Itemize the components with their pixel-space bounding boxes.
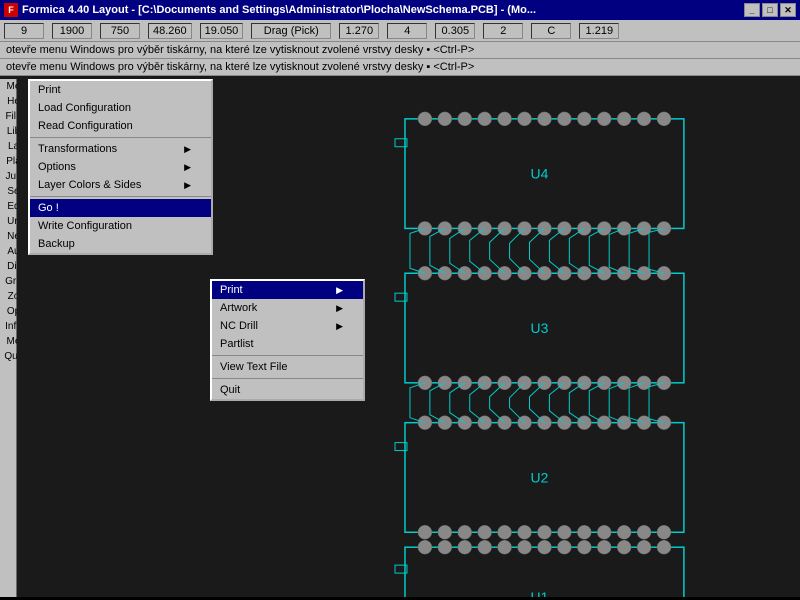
menu-item-print-label: Print [38,84,61,96]
print-submenu[interactable]: Print ▶ Artwork ▶ NC Drill ▶ Partlist Vi… [210,279,365,401]
svg-text:U3: U3 [531,320,549,336]
toolbar-cell-9: C [531,23,571,39]
menu-item-transformations-label: Transformations [38,143,117,155]
submenu-item-partlist[interactable]: Partlist [212,335,363,353]
submenu-item-quit-label: Quit [220,384,240,396]
toolbar-cell-10: 1.219 [579,23,619,39]
submenu-item-nc-drill[interactable]: NC Drill ▶ [212,317,363,335]
arrow-icon-3: ▶ [184,180,191,191]
menu-item-read-config-label: Read Configuration [38,120,133,132]
toolbar-cell-0: 9 [4,23,44,39]
maximize-button[interactable]: □ [762,3,778,17]
menu-item-write-config[interactable]: Write Configuration [30,217,211,235]
app-icon: F [4,3,18,17]
submenu-item-artwork[interactable]: Artwork ▶ [212,299,363,317]
menu-item-go-label: Go ! [38,202,59,214]
menu-item-options-label: Options [38,161,76,173]
close-button[interactable]: ✕ [780,3,796,17]
submenu-item-nc-drill-label: NC Drill [220,320,258,332]
toolbar-cell-2: 750 [100,23,140,39]
menu-item-write-config-label: Write Configuration [38,220,132,232]
toolbar-cell-mode: Drag (Pick) [251,23,331,39]
main-area: otevře menu Windows pro výběr tiskárny, … [0,59,800,597]
submenu-arrow-icon-2: ▶ [336,303,343,314]
submenu-separator-2 [212,378,363,379]
svg-text:U2: U2 [531,469,549,485]
menu-item-layer-colors[interactable]: Layer Colors & Sides ▶ [30,176,211,194]
menu-item-options[interactable]: Options ▶ [30,158,211,176]
toolbar-cell-7: 0.305 [435,23,475,39]
menu-item-backup-label: Backup [38,238,75,250]
submenu-item-artwork-label: Artwork [220,302,257,314]
file-menu[interactable]: Print Load Configuration Read Configurat… [28,79,213,255]
submenu-item-view-text-label: View Text File [220,361,287,373]
title-bar: F Formica 4.40 Layout - [C:\Documents an… [0,0,800,20]
arrow-icon: ▶ [184,144,191,155]
menu-item-layer-colors-label: Layer Colors & Sides [38,179,141,191]
svg-text:U4: U4 [531,166,549,182]
status-bar: otevře menu Windows pro výběr tiskárny, … [0,42,800,59]
menu-item-go[interactable]: Go ! [30,199,211,217]
toolbar: 9 1900 750 48.260 19.050 Drag (Pick) 1.2… [0,20,800,42]
menu-separator-2 [30,196,211,197]
minimize-button[interactable]: _ [744,3,760,17]
title-controls[interactable]: _ □ ✕ [744,3,796,17]
title-bar-left: F Formica 4.40 Layout - [C:\Documents an… [4,3,536,17]
pcb-tooltip-text: otevře menu Windows pro výběr tiskárny, … [6,61,474,73]
title-text: Formica 4.40 Layout - [C:\Documents and … [22,4,536,16]
canvas-area: otevře menu Windows pro výběr tiskárny, … [0,59,800,597]
menu-item-read-config[interactable]: Read Configuration [30,117,211,135]
toolbar-cell-6: 4 [387,23,427,39]
submenu-item-print-label: Print [220,284,243,296]
submenu-item-print[interactable]: Print ▶ [212,281,363,299]
menu-separator-1 [30,137,211,138]
toolbar-cell-4: 19.050 [200,23,244,39]
menu-item-print[interactable]: Print [30,81,211,99]
menu-item-load-config[interactable]: Load Configuration [30,99,211,117]
submenu-arrow-icon: ▶ [336,285,343,296]
menu-item-transformations[interactable]: Transformations ▶ [30,140,211,158]
submenu-arrow-icon-3: ▶ [336,321,343,332]
submenu-separator-1 [212,355,363,356]
toolbar-cell-5: 1.270 [339,23,379,39]
menu-item-backup[interactable]: Backup [30,235,211,253]
menu-item-load-config-label: Load Configuration [38,102,131,114]
toolbar-cell-1: 1900 [52,23,92,39]
toolbar-cell-8: 2 [483,23,523,39]
svg-text:U1: U1 [531,589,549,597]
arrow-icon-2: ▶ [184,162,191,173]
status-text: otevře menu Windows pro výběr tiskárny, … [6,44,474,56]
submenu-item-quit[interactable]: Quit [212,381,363,399]
submenu-item-view-text[interactable]: View Text File [212,358,363,376]
pcb-tooltip: otevře menu Windows pro výběr tiskárny, … [0,59,800,76]
toolbar-cell-3: 48.260 [148,23,192,39]
submenu-item-partlist-label: Partlist [220,338,254,350]
